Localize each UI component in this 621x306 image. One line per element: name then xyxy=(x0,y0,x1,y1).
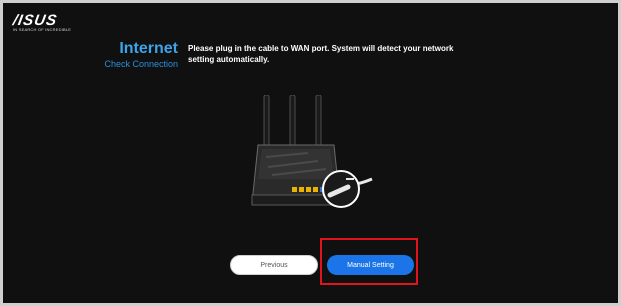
router-wan-cable-icon xyxy=(251,95,373,208)
setup-wizard-screen: /ISUS IN SEARCH OF INCREDIBLE Internet C… xyxy=(3,3,618,303)
step-title: Internet xyxy=(119,40,178,57)
previous-button[interactable]: Previous xyxy=(230,255,318,275)
logo-wordmark: /ISUS xyxy=(11,12,59,29)
asus-logo: /ISUS IN SEARCH OF INCREDIBLE xyxy=(11,12,71,32)
instruction-text: Please plug in the cable to WAN port. Sy… xyxy=(188,44,454,64)
highlight-box xyxy=(320,238,418,285)
step-subtitle: Check Connection xyxy=(104,59,178,69)
